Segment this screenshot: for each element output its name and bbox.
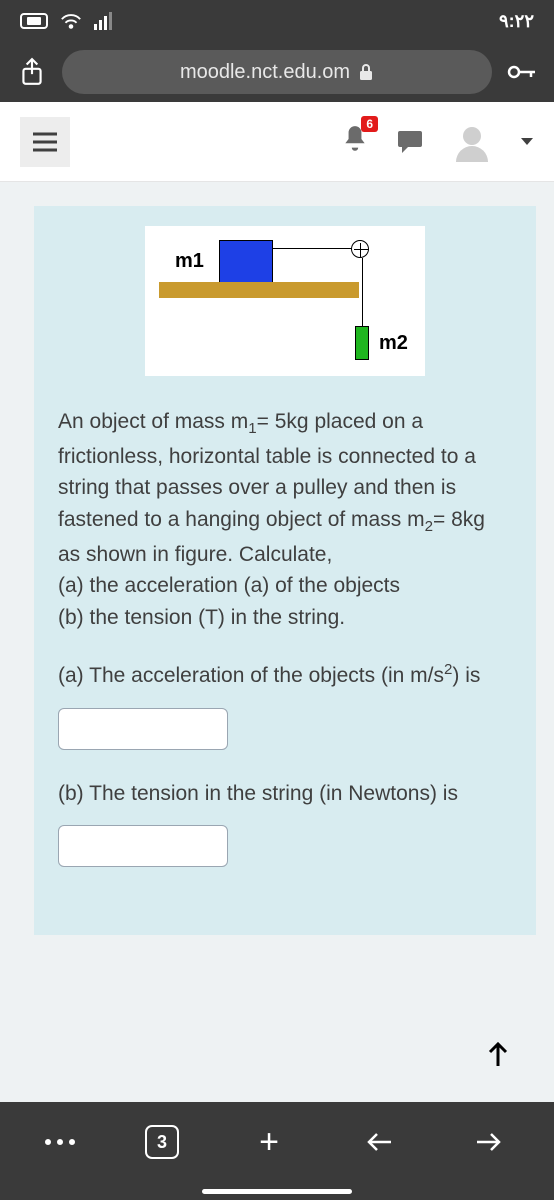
site-topbar: 6	[0, 102, 554, 182]
part-b-label: (b) The tension in the string (in Newton…	[58, 778, 512, 810]
status-left-icons	[20, 12, 112, 30]
browser-toolbar: moodle.nct.edu.om	[0, 42, 554, 102]
lock-icon	[358, 63, 374, 81]
url-text: moodle.nct.edu.om	[180, 61, 350, 84]
scroll-to-top-button[interactable]	[478, 1034, 518, 1074]
share-icon[interactable]	[12, 57, 52, 87]
messages-icon[interactable]	[396, 129, 424, 155]
answer-b-input[interactable]	[58, 825, 228, 867]
question-card: m1 m2 An object of mass m1= 5kg placed o…	[34, 206, 536, 935]
pulley-icon	[351, 240, 369, 258]
block-m2	[355, 326, 369, 360]
m1-label: m1	[175, 250, 204, 273]
arrow-left-icon	[365, 1130, 393, 1154]
status-bar: ٩:٢٢	[0, 0, 554, 42]
m2-label: m2	[379, 332, 408, 355]
wifi-icon	[60, 12, 82, 30]
string-vertical	[362, 258, 363, 326]
clock: ٩:٢٢	[499, 11, 534, 32]
arrow-right-icon	[475, 1130, 503, 1154]
forward-button[interactable]	[469, 1130, 509, 1154]
home-indicator[interactable]	[202, 1189, 352, 1194]
block-m1	[219, 240, 273, 284]
chevron-down-icon[interactable]	[520, 137, 534, 147]
table-surface	[159, 282, 359, 298]
physics-figure: m1 m2	[145, 226, 425, 376]
notification-badge: 6	[361, 116, 378, 132]
avatar-icon[interactable]	[452, 122, 492, 162]
browser-bottom-bar: 3 +	[0, 1102, 554, 1200]
cell-signal-icon	[94, 12, 112, 30]
menu-button[interactable]	[20, 117, 70, 167]
key-icon[interactable]	[502, 60, 542, 84]
back-button[interactable]	[359, 1130, 399, 1154]
tabs-button[interactable]: 3	[145, 1125, 179, 1159]
answer-a-input[interactable]	[58, 708, 228, 750]
address-bar[interactable]: moodle.nct.edu.om	[62, 50, 492, 94]
notifications-button[interactable]: 6	[342, 124, 368, 159]
arrow-up-icon	[486, 1040, 510, 1068]
more-menu-icon[interactable]	[45, 1139, 75, 1145]
question-text: An object of mass m1= 5kg placed on a fr…	[58, 406, 512, 633]
content-area: m1 m2 An object of mass m1= 5kg placed o…	[0, 182, 554, 1102]
string-horizontal	[273, 248, 359, 249]
part-a-label: (a) The acceleration of the objects (in …	[58, 659, 512, 692]
page-content: 6 m1 m2 An object of mass m1= 5kg placed…	[0, 102, 554, 1102]
pip-indicator-icon	[20, 13, 48, 29]
hamburger-icon	[32, 132, 58, 152]
new-tab-button[interactable]: +	[249, 1122, 289, 1162]
